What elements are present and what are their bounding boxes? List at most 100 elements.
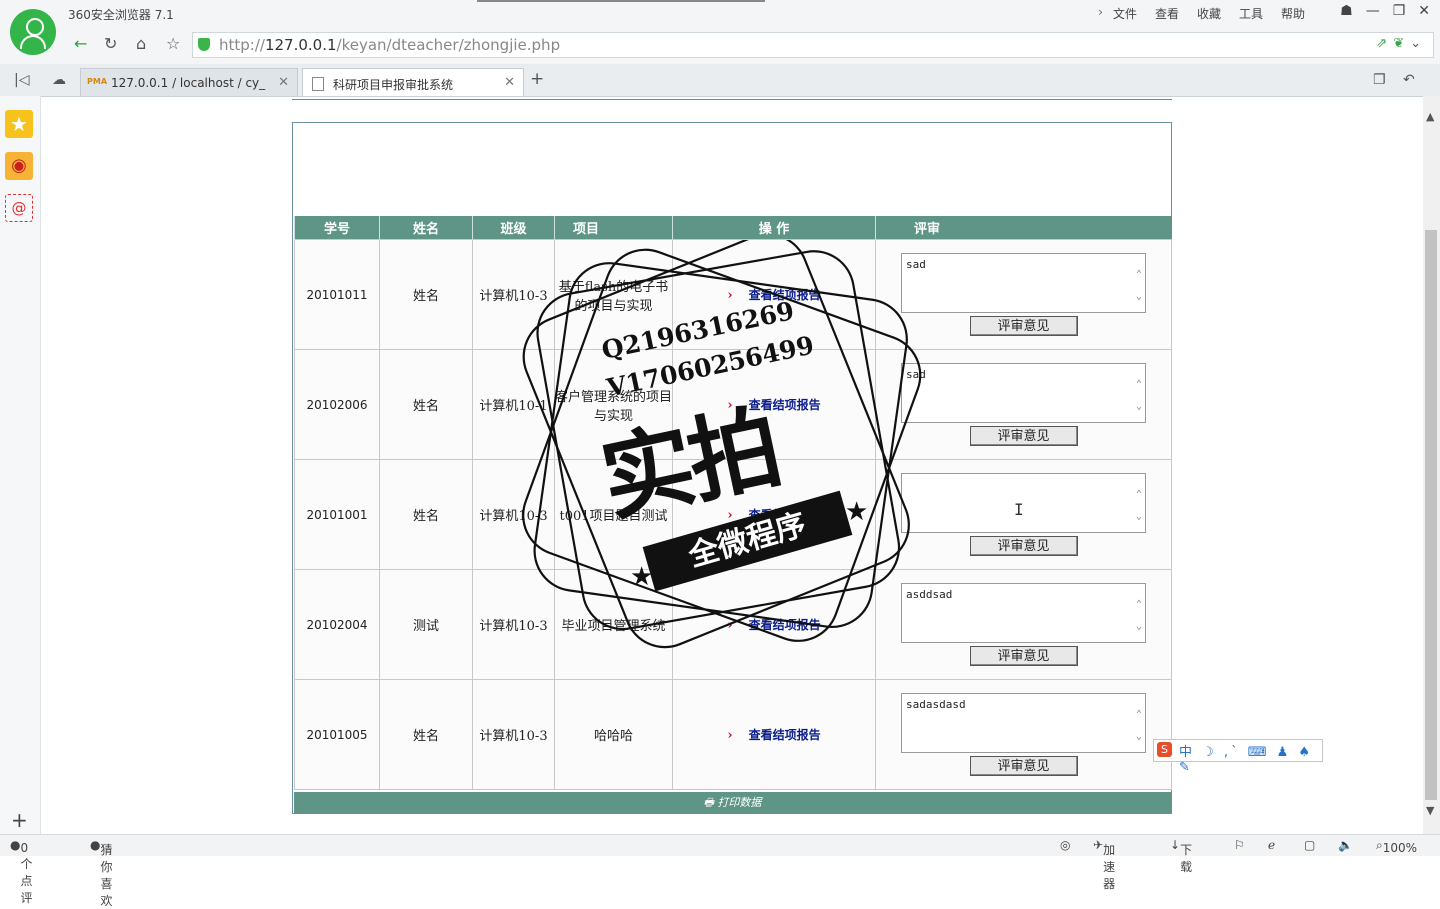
review-textarea[interactable]: ⌃ ⌄ I (901, 473, 1146, 533)
arrow-right-icon: › (727, 728, 733, 743)
scroll-down-icon[interactable]: ▼ (1426, 804, 1434, 817)
scroll-arrows-icon[interactable]: ⌃ ⌄ (1136, 594, 1142, 638)
cell-review: sad ⌃ ⌄ 评审意见 (875, 239, 1172, 350)
tab-list-icon[interactable]: ❐ (1373, 72, 1386, 88)
address-bar[interactable]: http://127.0.0.1/keyan/dteacher/zhongjie… (192, 32, 1434, 58)
tab-keyan[interactable]: 科研项目申报审批系统 ✕ (302, 68, 524, 96)
status-bar: ● 0个点评 ● 猜你喜欢 ◎ ✈ 加速器 ↓ 下载 ⚐ ℯ ▢ 🔈 ⌕ 100… (0, 834, 1440, 908)
ime-toolbar[interactable]: S 中 ☽ ,ˋ ⌨ ♟ ♠ ✎ (1153, 739, 1323, 775)
text-cursor-icon: I (1014, 500, 1024, 519)
menu-favorites[interactable]: 收藏 (1197, 5, 1221, 22)
skin-icon[interactable]: ☗ (1340, 3, 1353, 19)
drag-handle[interactable] (477, 0, 765, 2)
menu-view[interactable]: 查看 (1155, 5, 1179, 22)
scroll-thumb[interactable] (1425, 230, 1437, 800)
menu-tools[interactable]: 工具 (1239, 5, 1263, 22)
review-opinion-button[interactable]: 评审意见 (969, 646, 1078, 666)
header-class: 班级 (472, 216, 555, 240)
leaf-icon[interactable]: ❦ (1393, 36, 1410, 51)
view-report-link[interactable]: 查看结项报告 (749, 508, 821, 522)
view-report-link[interactable]: 查看结项报告 (749, 398, 821, 412)
review-textarea[interactable]: sad ⌃ ⌄ (901, 363, 1146, 423)
view-report-link[interactable]: 查看结项报告 (749, 728, 821, 742)
user-head-icon (26, 18, 44, 36)
cell-student-id: 20102004 (294, 569, 380, 680)
minimize-button[interactable]: — (1366, 3, 1380, 19)
browser-logo[interactable] (10, 9, 56, 55)
accelerator-button[interactable]: ✈ 加速器 (1093, 838, 1115, 891)
review-textarea[interactable]: sad ⌃ ⌄ (901, 253, 1146, 313)
close-icon[interactable]: ✕ (504, 75, 515, 90)
chevron-down-icon[interactable]: ⌄ (1410, 36, 1427, 51)
ie-icon[interactable]: ℯ (1268, 838, 1275, 852)
reviews-status[interactable]: ● 0个点评 (10, 838, 33, 905)
star-icon[interactable]: ☆ (166, 34, 180, 53)
speaker-icon[interactable]: 🔈 (1338, 838, 1353, 852)
url-text[interactable]: http://127.0.0.1/keyan/dteacher/zhongjie… (219, 36, 560, 54)
cell-student-id: 20101005 (294, 679, 380, 790)
arrow-right-icon: › (727, 288, 733, 303)
window-icon[interactable]: ▢ (1304, 838, 1315, 852)
table-row: 20102006 姓名 计算机10-1 客户管理系统的项目与实现 › 查看结项报告… (294, 349, 1172, 460)
cell-operation: › 查看结项报告 (672, 459, 876, 570)
cell-name: 姓名 (379, 349, 473, 460)
mail-icon[interactable]: @ (5, 194, 33, 222)
review-opinion-button[interactable]: 评审意见 (969, 426, 1078, 446)
review-opinion-button[interactable]: 评审意见 (969, 316, 1078, 336)
home-icon[interactable]: ⌂ (136, 34, 146, 53)
header-review: 评审 (875, 216, 1172, 240)
scroll-arrows-icon[interactable]: ⌃ ⌄ (1136, 264, 1142, 308)
close-button[interactable]: ✕ (1418, 3, 1430, 19)
print-data-button[interactable]: 🖶 打印数据 (294, 792, 1171, 814)
scroll-up-icon[interactable]: ▲ (1426, 110, 1434, 123)
header-name: 姓名 (379, 216, 473, 240)
review-opinion-button[interactable]: 评审意见 (969, 536, 1078, 556)
back-arrow-icon[interactable]: ← (74, 34, 87, 53)
tab-phpmyadmin[interactable]: PMA 127.0.0.1 / localhost / cy_ke ✕ (80, 68, 298, 96)
cell-name: 姓名 (379, 459, 473, 570)
review-textarea[interactable]: asddsad ⌃ ⌄ (901, 583, 1146, 643)
previous-table-edge (292, 96, 1172, 100)
review-textarea[interactable]: sadasdasd ⌃ ⌄ (901, 693, 1146, 753)
arrow-right-icon: › (727, 398, 733, 413)
ime-mode[interactable]: 中 ☽ ,ˋ ⌨ ♟ ♠ ✎ (1179, 741, 1322, 775)
undo-close-icon[interactable]: ↶ (1403, 72, 1415, 88)
cell-student-id: 20101001 (294, 459, 380, 570)
zoom-control[interactable]: ⌕ 100% (1376, 838, 1417, 855)
review-opinion-button[interactable]: 评审意见 (969, 756, 1078, 776)
scroll-arrows-icon[interactable]: ⌃ ⌄ (1136, 704, 1142, 748)
vertical-scrollbar[interactable]: ▲ ▼ (1423, 96, 1440, 834)
scroll-arrows-icon[interactable]: ⌃ ⌄ (1136, 374, 1142, 418)
menu-bar: › 文件 查看 收藏 工具 帮助 (1098, 5, 1305, 22)
cell-operation: › 查看结项报告 (672, 349, 876, 460)
user-body-icon (20, 35, 46, 49)
scroll-arrows-icon[interactable]: ⌃ ⌄ (1136, 484, 1142, 528)
speed-icon[interactable]: ◎ (1060, 838, 1070, 852)
cell-operation: › 查看结项报告 (672, 679, 876, 790)
tab-bar: |◁ ☁ PMA 127.0.0.1 / localhost / cy_ke ✕… (0, 64, 1440, 97)
page-icon (312, 77, 324, 91)
share-icon[interactable]: ⇗ (1376, 36, 1393, 51)
favorites-star-icon[interactable]: ★ (5, 110, 33, 138)
cell-student-id: 20101011 (294, 239, 380, 350)
menu-help[interactable]: 帮助 (1281, 5, 1305, 22)
app-title: 360安全浏览器 7.1 (68, 8, 174, 22)
flag-icon[interactable]: ⚐ (1234, 838, 1245, 852)
close-icon[interactable]: ✕ (278, 75, 289, 90)
phpmyadmin-icon: PMA (87, 77, 108, 86)
window-controls: ☗ — ❐ ✕ (1340, 3, 1430, 19)
menu-file[interactable]: 文件 (1113, 5, 1137, 22)
cloud-icon[interactable]: ☁ (52, 72, 66, 88)
new-tab-button[interactable]: + (530, 69, 544, 89)
table-row: 20101011 姓名 计算机10-3 基于flash的电子书的项目与实现 › 查… (294, 239, 1172, 350)
download-button[interactable]: ↓ 下载 (1170, 838, 1192, 874)
guess-status[interactable]: ● 猜你喜欢 (90, 838, 113, 908)
refresh-icon[interactable]: ↻ (104, 34, 117, 53)
sidebar-toggle-icon[interactable]: |◁ (14, 72, 29, 88)
weibo-icon[interactable]: ◉ (5, 152, 33, 180)
view-report-link[interactable]: 查看结项报告 (749, 288, 821, 302)
chevron-right-icon[interactable]: › (1098, 5, 1103, 22)
maximize-button[interactable]: ❐ (1393, 3, 1406, 19)
view-report-link[interactable]: 查看结项报告 (749, 618, 821, 632)
add-sidebar-button[interactable]: + (11, 808, 28, 832)
